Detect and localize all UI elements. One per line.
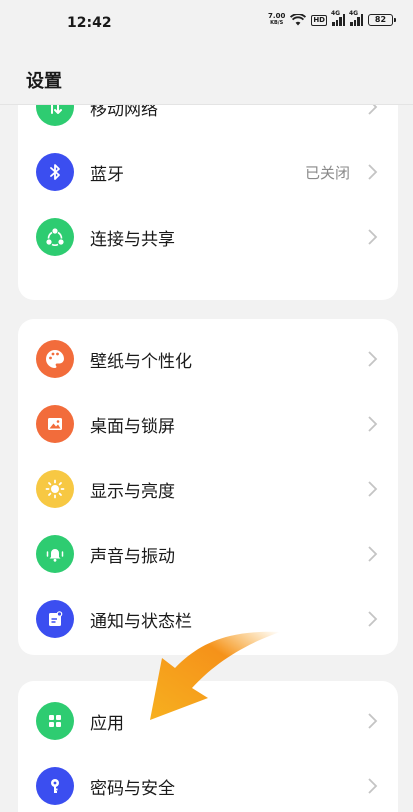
image-icon	[36, 405, 74, 443]
chevron-right-icon	[368, 351, 378, 367]
settings-item-label: 显示与亮度	[90, 481, 175, 502]
page-title: 设置	[26, 71, 62, 92]
status-time: 12:42	[67, 15, 112, 31]
settings-group-apps: 应用 密码与安全	[18, 681, 398, 812]
settings-item-mobile-network[interactable]: 移动网络	[18, 105, 398, 139]
settings-item-wallpaper[interactable]: 壁纸与个性化	[18, 327, 398, 391]
battery-icon: 82	[368, 14, 396, 26]
settings-item-desktop-lock[interactable]: 桌面与锁屏	[18, 392, 398, 456]
settings-item-apps[interactable]: 应用	[18, 689, 398, 753]
chevron-right-icon	[368, 416, 378, 432]
wifi-icon	[290, 14, 307, 26]
palette-icon	[36, 340, 74, 378]
signal-icon-1: 4G	[331, 10, 345, 26]
chevron-right-icon	[368, 778, 378, 794]
chevron-right-icon	[368, 229, 378, 245]
settings-item-label: 声音与振动	[90, 546, 175, 567]
chevron-right-icon	[368, 481, 378, 497]
settings-item-label: 通知与状态栏	[90, 611, 192, 632]
settings-item-label: 应用	[90, 713, 124, 734]
settings-item-notification[interactable]: 通知与状态栏	[18, 587, 398, 651]
notification-icon	[36, 600, 74, 638]
settings-item-bluetooth[interactable]: 蓝牙 已关闭	[18, 140, 398, 204]
settings-item-sound[interactable]: 声音与振动	[18, 522, 398, 586]
mobile-data-icon	[36, 105, 74, 126]
status-bar: 12:42 7.00 KB/S HD 4G 4G 82	[0, 0, 413, 46]
settings-item-label: 密码与安全	[90, 778, 175, 799]
bluetooth-status-value: 已关闭	[304, 163, 350, 182]
chevron-right-icon	[368, 105, 378, 115]
settings-item-label: 移动网络	[90, 105, 158, 120]
settings-item-display[interactable]: 显示与亮度	[18, 457, 398, 521]
settings-item-label: 连接与共享	[90, 229, 175, 250]
settings-group-personalization: 壁纸与个性化 桌面与锁屏 显示与亮度 声音与振动 通知与状态栏	[18, 319, 398, 655]
settings-group-connectivity: 移动网络 蓝牙 已关闭 连接与共享	[18, 105, 398, 300]
key-icon	[36, 767, 74, 805]
hd-badge: HD	[311, 14, 327, 26]
chevron-right-icon	[368, 713, 378, 729]
settings-item-label: 蓝牙	[90, 164, 124, 185]
chevron-right-icon	[368, 546, 378, 562]
settings-list[interactable]: 移动网络 蓝牙 已关闭 连接与共享 壁纸与个性化 桌面与锁屏 显示与亮度 声音与…	[0, 105, 413, 812]
settings-item-label: 桌面与锁屏	[90, 416, 175, 437]
signal-icon-2: 4G	[349, 10, 363, 26]
share-icon	[36, 218, 74, 256]
settings-item-label: 壁纸与个性化	[90, 351, 192, 372]
settings-item-password[interactable]: 密码与安全	[18, 754, 398, 812]
status-icons: 7.00 KB/S HD 4G 4G 82	[268, 10, 396, 27]
chevron-right-icon	[368, 611, 378, 627]
settings-item-connect-share[interactable]: 连接与共享	[18, 205, 398, 269]
network-speed: 7.00 KB/S	[268, 12, 286, 27]
bluetooth-icon	[36, 153, 74, 191]
apps-grid-icon	[36, 702, 74, 740]
bell-icon	[36, 535, 74, 573]
chevron-right-icon	[368, 164, 378, 180]
sun-icon	[36, 470, 74, 508]
